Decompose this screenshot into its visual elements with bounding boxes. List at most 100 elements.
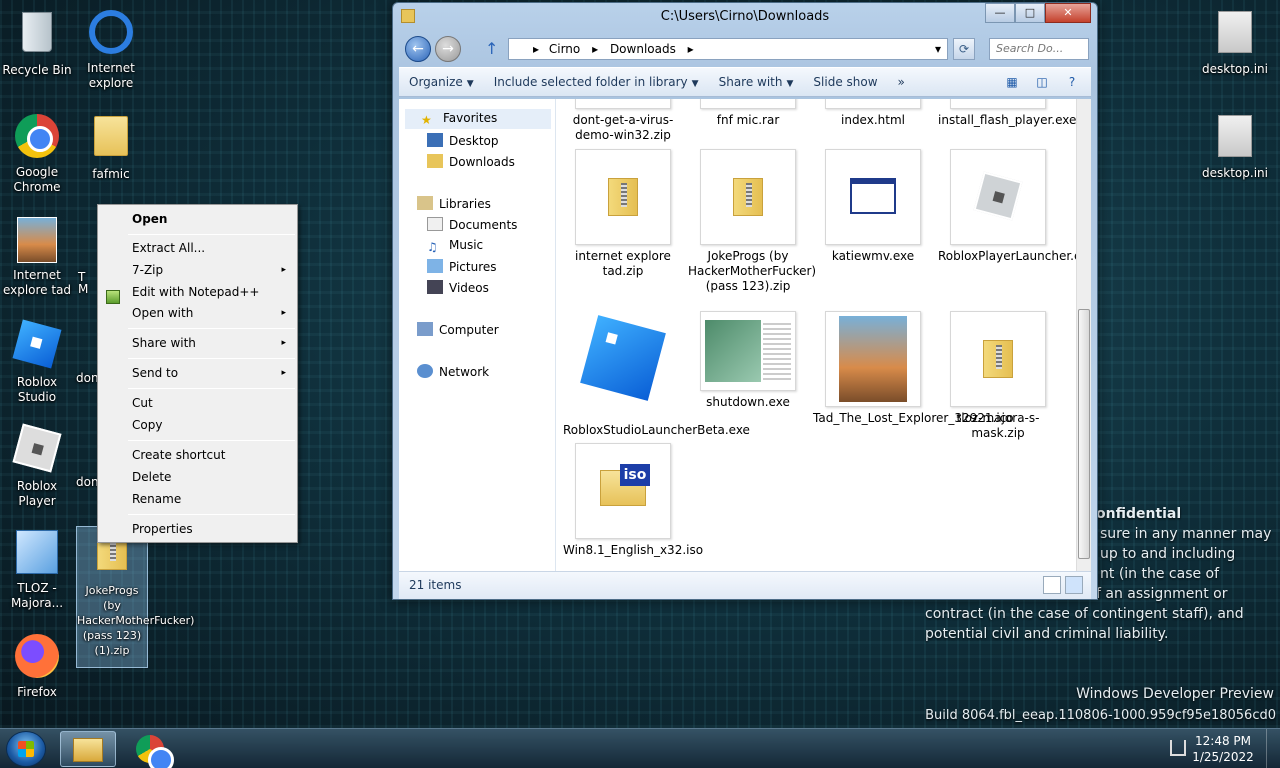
setup-icon bbox=[13, 530, 61, 578]
search-input[interactable]: Search Do... bbox=[989, 38, 1089, 60]
breadcrumb-downloads[interactable]: Downloads bbox=[610, 42, 676, 56]
explorer-window[interactable]: C:\Users\Cirno\Downloads — □ ✕ ← → ↑ ▸ C… bbox=[392, 2, 1098, 600]
address-separator[interactable]: ▸ bbox=[592, 42, 598, 56]
scrollbar-thumb[interactable] bbox=[1078, 309, 1090, 559]
menu-separator bbox=[128, 358, 295, 359]
file-item[interactable]: JokeProgs (by HackerMotherFucker) (pass … bbox=[688, 149, 816, 294]
navigation-pane[interactable]: ★ Favorites Desktop Downloads Libraries D… bbox=[399, 99, 556, 571]
menu-item-delete[interactable]: Delete bbox=[132, 467, 292, 487]
desktop-icon-fafmic[interactable]: fafmic bbox=[74, 112, 148, 182]
maximize-button[interactable]: □ bbox=[1015, 3, 1045, 23]
desktop-icon-jokeprogs-selected[interactable]: JokeProgs (by HackerMotherFucker) (pass … bbox=[76, 526, 194, 668]
context-menu[interactable]: Open Extract All... 7-Zip ▸ Edit with Not… bbox=[97, 204, 298, 543]
desktop-icon-tloz[interactable]: TLOZ - Majora... bbox=[0, 528, 74, 611]
file-item[interactable]: shutdown.exe bbox=[688, 311, 808, 410]
title-bar[interactable]: C:\Users\Cirno\Downloads — □ ✕ bbox=[393, 3, 1097, 31]
image-thumbnail bbox=[825, 311, 921, 407]
desktop-icon-desktop-ini[interactable]: desktop.ini bbox=[1198, 8, 1272, 77]
file-thumbnail bbox=[825, 99, 921, 109]
share-with-button[interactable]: Share with ▼ bbox=[709, 75, 804, 89]
back-button[interactable]: ← bbox=[405, 36, 431, 62]
menu-item-extract-all[interactable]: Extract All... bbox=[132, 238, 292, 258]
minimize-button[interactable]: — bbox=[985, 3, 1015, 23]
desktop-icon-label: Internet explore bbox=[87, 61, 135, 90]
nav-item-pictures[interactable]: Pictures bbox=[427, 259, 497, 274]
notepad-plus-plus-icon bbox=[106, 290, 120, 304]
submenu-arrow-icon: ▸ bbox=[281, 338, 286, 348]
forward-button[interactable]: → bbox=[435, 36, 461, 62]
file-name: fnf mic.rar bbox=[716, 113, 780, 127]
file-item[interactable]: Tad_The_Lost_Explorer_32921.ico bbox=[813, 311, 1014, 426]
menu-item-send-to[interactable]: Send to ▸ bbox=[132, 363, 292, 383]
menu-item-edit-notepadpp[interactable]: Edit with Notepad++ bbox=[132, 282, 292, 302]
nav-item-documents[interactable]: Documents bbox=[427, 217, 517, 232]
refresh-icon[interactable]: ⟳ bbox=[953, 38, 975, 60]
close-button[interactable]: ✕ bbox=[1045, 3, 1091, 23]
menu-item-properties[interactable]: Properties bbox=[132, 519, 292, 539]
desktop-icon-internet-explore[interactable]: Internet explore bbox=[74, 8, 148, 91]
file-item[interactable]: tloz-majora-s-mask.zip bbox=[938, 311, 1058, 441]
large-icons-view-icon[interactable] bbox=[1065, 576, 1083, 594]
up-arrow-icon[interactable]: ↑ bbox=[485, 39, 498, 58]
nav-item-network[interactable]: Network bbox=[417, 364, 489, 379]
menu-item-open[interactable]: Open bbox=[132, 209, 292, 229]
organize-button[interactable]: Organize ▼ bbox=[399, 75, 484, 89]
address-bar[interactable]: ▸ Cirno ▸ Downloads ▸ ▾ bbox=[508, 38, 948, 60]
clock[interactable]: 12:48 PM 1/25/2022 bbox=[1188, 733, 1258, 765]
downloads-folder-icon bbox=[427, 154, 443, 168]
menu-item-cut[interactable]: Cut bbox=[132, 393, 292, 413]
file-item[interactable]: RobloxPlayerLauncher.exe bbox=[938, 149, 1076, 264]
nav-item-favorites[interactable]: ★ Favorites bbox=[405, 109, 551, 129]
computer-icon bbox=[417, 322, 433, 336]
taskbar-explorer-button[interactable] bbox=[60, 731, 116, 767]
details-view-icon[interactable] bbox=[1043, 576, 1061, 594]
nav-item-libraries[interactable]: Libraries bbox=[417, 196, 491, 211]
desktop-icon-desktop-ini[interactable]: desktop.ini bbox=[1198, 112, 1272, 181]
desktop-icon-google-chrome[interactable]: Google Chrome bbox=[0, 112, 74, 195]
desktop-icon-recycle-bin[interactable]: Recycle Bin bbox=[0, 8, 74, 78]
nav-item-music[interactable]: ♫ Music bbox=[427, 238, 483, 254]
vertical-scrollbar[interactable] bbox=[1076, 99, 1091, 571]
file-thumbnail bbox=[950, 99, 1046, 109]
nav-item-computer[interactable]: Computer bbox=[417, 322, 499, 337]
disc-image-icon: iso bbox=[575, 443, 671, 539]
file-item[interactable]: internet explore tad.zip bbox=[563, 149, 683, 279]
file-item[interactable]: index.html bbox=[813, 99, 933, 128]
slide-show-button[interactable]: Slide show bbox=[803, 75, 887, 89]
nav-item-downloads[interactable]: Downloads bbox=[427, 154, 515, 169]
desktop-icon-roblox-studio[interactable]: Roblox Studio bbox=[0, 319, 74, 405]
desktop-icon-roblox-player[interactable]: Roblox Player bbox=[0, 423, 74, 509]
menu-item-7zip[interactable]: 7-Zip ▸ bbox=[132, 260, 292, 280]
file-list[interactable]: dont-get-a-virus-demo-win32.zip fnf mic.… bbox=[557, 99, 1076, 571]
show-desktop-button[interactable] bbox=[1266, 729, 1280, 768]
taskbar-chrome-button[interactable] bbox=[122, 731, 178, 768]
recycle-bin-icon bbox=[13, 12, 61, 60]
address-separator[interactable]: ▸ bbox=[688, 42, 694, 56]
nav-item-videos[interactable]: Videos bbox=[427, 280, 489, 295]
preview-pane-icon[interactable]: ◫ bbox=[1031, 72, 1053, 92]
file-item[interactable]: install_flash_player.exe bbox=[938, 99, 1076, 128]
include-library-button[interactable]: Include selected folder in library ▼ bbox=[484, 75, 709, 89]
menu-item-create-shortcut[interactable]: Create shortcut bbox=[132, 445, 292, 465]
start-button[interactable] bbox=[6, 731, 46, 767]
menu-item-rename[interactable]: Rename bbox=[132, 489, 292, 509]
nav-label: Music bbox=[449, 238, 484, 252]
file-item[interactable]: iso Win8.1_English_x32.iso bbox=[563, 443, 703, 558]
file-item[interactable]: dont-get-a-virus-demo-win32.zip bbox=[563, 99, 683, 143]
desktop-icon-firefox[interactable]: Firefox bbox=[0, 632, 74, 700]
menu-item-share-with[interactable]: Share with ▸ bbox=[132, 333, 292, 353]
menu-item-copy[interactable]: Copy bbox=[132, 415, 292, 435]
network-status-icon[interactable] bbox=[1170, 740, 1186, 756]
nav-item-desktop[interactable]: Desktop bbox=[427, 133, 499, 148]
file-item[interactable]: katiewmv.exe bbox=[813, 149, 933, 264]
file-item[interactable]: RobloxStudioLauncherBeta.exe bbox=[563, 311, 750, 438]
desktop-icon-internet-explore-tad[interactable]: Internet explore tad bbox=[0, 216, 74, 298]
address-dropdown-icon[interactable]: ▾ bbox=[935, 39, 941, 59]
folder-icon bbox=[73, 738, 103, 762]
help-icon[interactable]: ? bbox=[1061, 72, 1083, 92]
more-commands-button[interactable]: » bbox=[888, 75, 915, 89]
breadcrumb-cirno[interactable]: Cirno bbox=[549, 42, 580, 56]
file-item[interactable]: fnf mic.rar bbox=[688, 99, 808, 128]
change-view-icon[interactable]: ▦ bbox=[1001, 72, 1023, 92]
menu-item-open-with[interactable]: Open with ▸ bbox=[132, 303, 292, 323]
